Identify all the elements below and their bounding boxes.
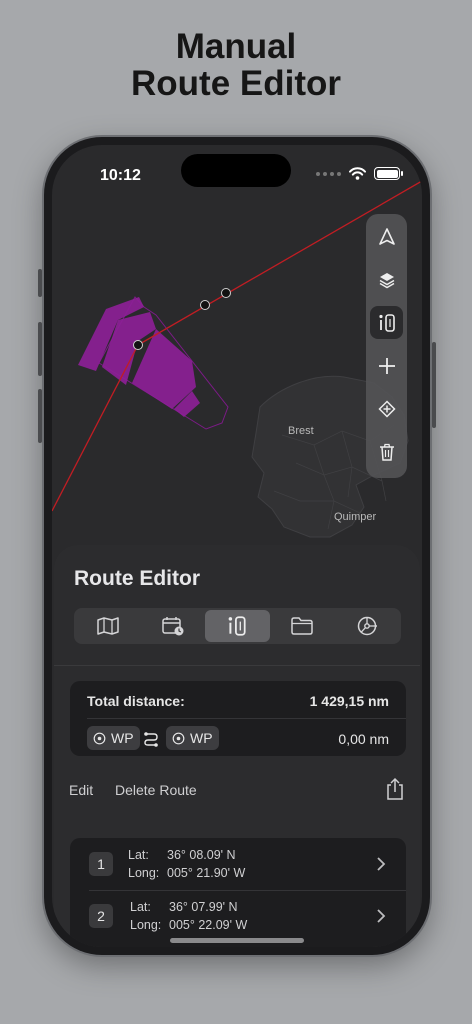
headline-line-1: Manual [175, 27, 297, 66]
route-editor-tabs [74, 608, 401, 644]
tab-files[interactable] [270, 610, 335, 642]
delete-route-button[interactable]: Delete Route [115, 782, 197, 798]
sheet-title: Route Editor [74, 567, 200, 590]
route-ruler-icon [378, 313, 395, 332]
layers-button[interactable] [370, 263, 403, 296]
tab-route[interactable] [205, 610, 270, 642]
phone-screen: Brest Quimper 10:12 Route Editor Total d… [52, 145, 422, 947]
status-time: 10:12 [100, 167, 141, 184]
swap-icon[interactable] [143, 729, 159, 747]
headline: Manual Route Editor [0, 28, 472, 102]
route-waypoint-3 [221, 288, 231, 298]
waypoint-long-label: Long: [130, 918, 162, 932]
tab-helm[interactable] [334, 610, 399, 642]
headline-line-2: Route Editor [131, 64, 341, 103]
phone-mute-switch [38, 269, 42, 297]
map-toolbar [366, 214, 407, 478]
target-icon [93, 732, 106, 744]
waypoint-lat-label: Lat: [128, 848, 149, 862]
waypoint-row-1[interactable]: 1 Lat: 36° 08.09' N Long: 005° 21.90' W [70, 838, 406, 891]
cellular-signal-icon [316, 171, 341, 176]
plus-icon [378, 357, 395, 374]
waypoint-index: 1 [89, 852, 113, 876]
phone-frame: Brest Quimper 10:12 Route Editor Total d… [38, 137, 436, 955]
waypoint-lat-value: 36° 08.09' N [167, 848, 236, 862]
from-waypoint-chip[interactable]: WP [87, 726, 140, 750]
chevron-right-icon [377, 909, 386, 923]
phone-volume-up-button [38, 322, 42, 376]
distance-card: Total distance: 1 429,15 nm WP WP 0,00 n… [70, 681, 406, 756]
waypoint-long-label: Long: [128, 866, 160, 880]
leg-distance-value: 0,00 nm [338, 731, 389, 747]
waypoint-lat-value: 36° 07.99' N [169, 900, 238, 914]
total-distance-value: 1 429,15 nm [309, 693, 389, 709]
battery-icon [374, 167, 403, 180]
route-waypoint-1 [133, 340, 143, 350]
tab-schedule[interactable] [141, 610, 206, 642]
to-waypoint-chip[interactable]: WP [166, 726, 219, 750]
wifi-icon [349, 167, 366, 180]
navigate-button[interactable] [370, 220, 403, 253]
distance-divider [87, 718, 406, 719]
to-waypoint-label: WP [190, 730, 213, 746]
phone-volume-down-button [38, 389, 42, 443]
sheet-separator [54, 665, 420, 666]
route-waypoint-2 [200, 300, 210, 310]
dynamic-island [181, 154, 291, 187]
folder-icon [291, 617, 313, 635]
waypoint-row-2[interactable]: 2 Lat: 36° 07.99' N Long: 005° 22.09' W [70, 891, 406, 943]
map-icon [97, 617, 120, 635]
trash-icon [379, 443, 394, 461]
waypoint-lat-label: Lat: [130, 900, 151, 914]
tab-map[interactable] [76, 610, 141, 642]
from-waypoint-label: WP [111, 730, 134, 746]
map-city-brest: Brest [288, 425, 314, 437]
total-distance-label: Total distance: [87, 693, 185, 709]
route-editor-sheet: Route Editor Total distance: 1 429,15 nm… [54, 545, 420, 947]
zoom-in-button[interactable] [370, 349, 403, 382]
steering-wheel-icon [357, 616, 377, 636]
edit-button[interactable]: Edit [69, 782, 93, 798]
share-icon[interactable] [385, 777, 405, 801]
location-arrow-icon [378, 227, 395, 245]
waypoint-list: 1 Lat: 36° 08.09' N Long: 005° 21.90' W … [70, 838, 406, 947]
add-waypoint-icon [377, 399, 396, 418]
waypoint-index: 2 [89, 904, 113, 928]
status-icons [316, 167, 403, 180]
delete-button[interactable] [370, 435, 403, 468]
target-icon [172, 732, 185, 744]
calendar-clock-icon [162, 617, 184, 636]
add-waypoint-button[interactable] [370, 392, 403, 425]
chevron-right-icon [377, 857, 386, 871]
waypoint-long-value: 005° 21.90' W [167, 866, 246, 880]
route-ruler-icon [229, 616, 247, 636]
phone-power-button [432, 342, 436, 428]
home-indicator[interactable] [170, 938, 304, 943]
map-city-quimper: Quimper [334, 511, 377, 523]
waypoint-long-value: 005° 22.09' W [169, 918, 248, 932]
route-editor-button[interactable] [370, 306, 403, 339]
layers-icon [379, 272, 394, 288]
